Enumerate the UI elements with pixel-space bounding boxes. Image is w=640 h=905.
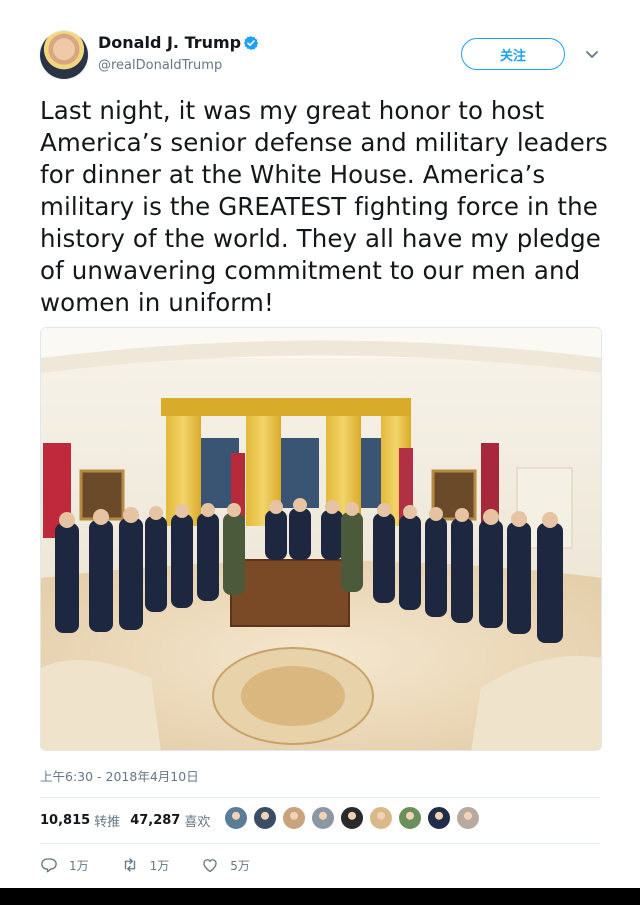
divider bbox=[40, 797, 600, 798]
reply-icon bbox=[41, 858, 57, 873]
verified-badge-icon bbox=[243, 36, 259, 50]
tweet-timestamp[interactable]: 上午6:30 - 2018年4月10日 bbox=[40, 766, 199, 785]
user-name[interactable]: Donald J. Trump bbox=[98, 33, 241, 52]
retweets-count[interactable]: 10,815 bbox=[40, 813, 90, 828]
reply-count: 1万 bbox=[69, 858, 89, 873]
tweet-stats: 10,815 转推 47,287 喜欢 bbox=[40, 811, 220, 830]
liker-avatar[interactable] bbox=[456, 806, 480, 830]
chevron-down-icon[interactable] bbox=[582, 44, 602, 64]
tweet-actions: 1万 1万 5万 bbox=[40, 856, 282, 874]
retweet-action[interactable]: 1万 bbox=[121, 856, 170, 874]
like-count: 5万 bbox=[230, 858, 250, 873]
liker-avatar[interactable] bbox=[282, 806, 306, 830]
avatar[interactable] bbox=[40, 31, 88, 79]
liker-avatar[interactable] bbox=[224, 806, 248, 830]
heart-icon bbox=[203, 859, 217, 873]
liker-avatar[interactable] bbox=[340, 806, 364, 830]
liker-avatar[interactable] bbox=[369, 806, 393, 830]
tweet-photo[interactable] bbox=[40, 327, 602, 751]
likes-count[interactable]: 47,287 bbox=[130, 813, 180, 828]
liker-avatar[interactable] bbox=[253, 806, 277, 830]
retweet-count: 1万 bbox=[149, 858, 170, 873]
bottom-bar bbox=[0, 888, 640, 905]
tweet-text: Last night, it was my great honor to hos… bbox=[40, 96, 608, 317]
user-handle[interactable]: @realDonaldTrump bbox=[98, 58, 222, 73]
reply-action[interactable]: 1万 bbox=[40, 856, 89, 874]
like-action[interactable]: 5万 bbox=[201, 856, 250, 874]
divider bbox=[40, 843, 600, 844]
retweet-icon bbox=[124, 858, 135, 872]
oval-office-photo bbox=[41, 328, 601, 750]
likes-label[interactable]: 喜欢 bbox=[184, 811, 210, 830]
retweets-label[interactable]: 转推 bbox=[94, 811, 120, 830]
liker-avatar[interactable] bbox=[427, 806, 451, 830]
liker-avatar[interactable] bbox=[311, 806, 335, 830]
liker-avatar[interactable] bbox=[398, 806, 422, 830]
follow-button[interactable]: 关注 bbox=[461, 38, 565, 70]
liker-avatars bbox=[224, 806, 485, 830]
tweet-card: Donald J. Trump @realDonaldTrump 关注 Last… bbox=[0, 0, 640, 905]
